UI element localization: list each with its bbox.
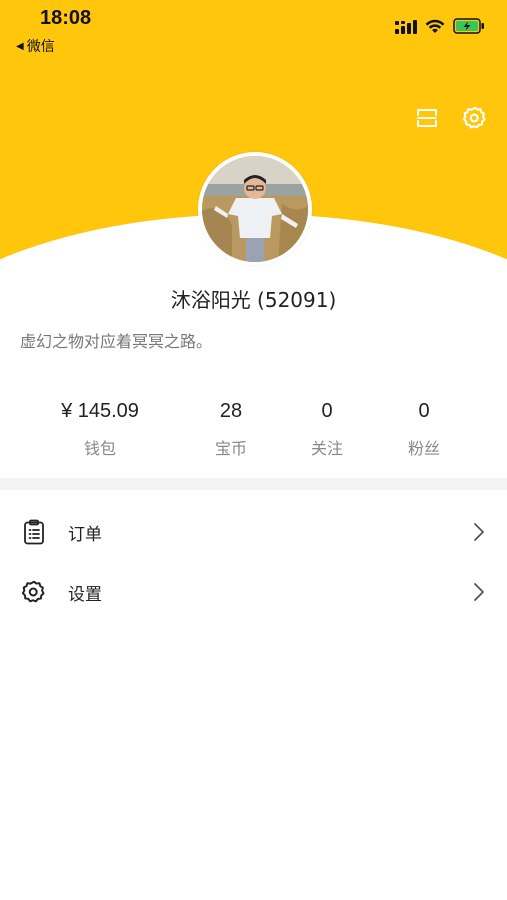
chevron-right-icon [471, 581, 487, 603]
avatar[interactable] [198, 152, 312, 266]
status-icons [395, 18, 485, 38]
menu-item-settings[interactable]: 设置 [0, 562, 507, 622]
section-divider [0, 478, 507, 490]
menu-list: 订单 设置 [0, 502, 507, 622]
gear-icon [20, 578, 48, 606]
bio: 虚幻之物对应着冥冥之路。 [20, 332, 213, 351]
stat-label: 粉丝 [407, 439, 440, 458]
stats-row: ¥ 145.09 钱包 28 宝币 0 关注 0 粉丝 [40, 400, 480, 470]
stat-value: 0 [418, 400, 430, 422]
stat-label: 钱包 [83, 439, 116, 458]
back-to-app-link[interactable]: ◀ 微信 [16, 36, 55, 56]
stat-value: ¥ 145.09 [61, 400, 139, 422]
chevron-right-icon [471, 521, 487, 543]
battery-icon [453, 18, 485, 38]
scan-icon[interactable] [413, 104, 441, 132]
top-actions [413, 104, 489, 132]
status-bar: 18:08 ◀ 微信 [0, 0, 507, 60]
back-triangle-icon: ◀ [16, 40, 24, 52]
menu-item-label: 订单 [68, 524, 102, 545]
nickname: 沐浴阳光 (52091) [170, 288, 337, 312]
avatar-photo [202, 156, 308, 262]
gear-icon[interactable] [461, 104, 489, 132]
clipboard-icon [20, 518, 48, 546]
menu-item-orders[interactable]: 订单 [0, 502, 507, 562]
signal-icon [395, 19, 417, 38]
back-app-label: 微信 [26, 39, 55, 55]
menu-item-label: 设置 [68, 584, 102, 605]
stat-followers[interactable]: 0 粉丝 [364, 400, 484, 459]
stat-wallet[interactable]: ¥ 145.09 钱包 [40, 400, 160, 459]
status-time: 18:08 [40, 7, 92, 29]
wifi-icon [425, 19, 445, 38]
